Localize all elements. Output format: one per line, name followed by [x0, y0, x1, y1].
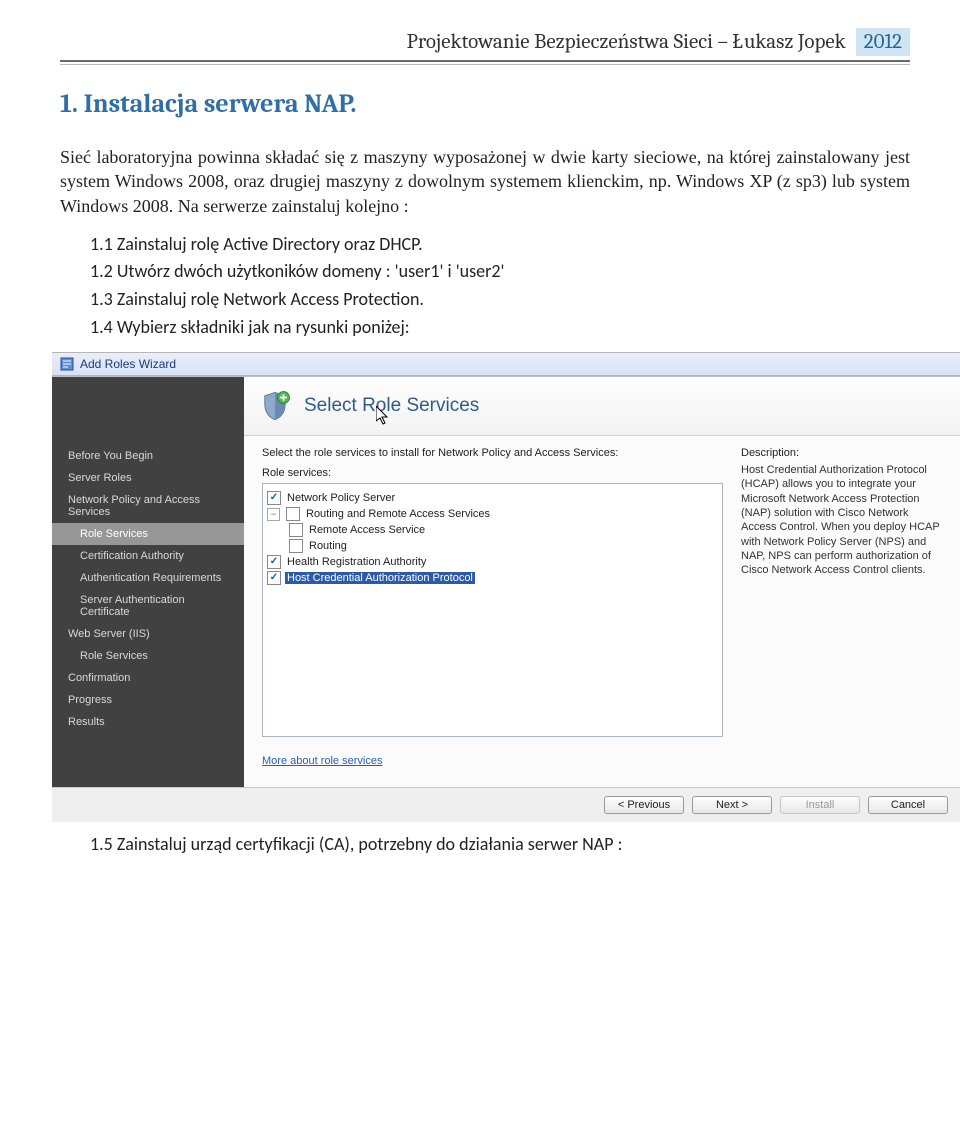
steps-list: 1.1 Zainstaluj rolę Active Directory ora…: [90, 232, 910, 340]
sidebar-item-confirmation[interactable]: Confirmation: [52, 667, 244, 689]
collapse-icon[interactable]: −: [267, 508, 280, 521]
more-about-link[interactable]: More about role services: [244, 745, 960, 767]
steps-list-continued: 1.5 Zainstaluj urząd certyfikacji (CA), …: [90, 832, 910, 858]
header-rule-light: [60, 64, 910, 65]
list-item: 1.1 Zainstaluj rolę Active Directory ora…: [90, 232, 910, 258]
wizard-header: Select Role Services: [244, 377, 960, 436]
intro-paragraph: Sieć laboratoryjna powinna składać się z…: [60, 145, 910, 218]
sidebar-item-server-roles[interactable]: Server Roles: [52, 467, 244, 489]
list-item: 1.2 Utwórz dwóch użytkoników domeny : 'u…: [90, 259, 910, 285]
list-item: 1.5 Zainstaluj urząd certyfikacji (CA), …: [90, 832, 910, 858]
wizard-footer: < Previous Next > Install Cancel: [52, 787, 960, 822]
list-item: 1.4 Wybierz składniki jak na rysunki pon…: [90, 315, 910, 341]
page-header-year: 2012: [856, 28, 910, 56]
header-rule-dark: [60, 60, 910, 62]
tree-item-nps[interactable]: Network Policy Server: [267, 490, 718, 506]
description-text: Host Credential Authorization Protocol (…: [741, 463, 946, 577]
sidebar-item-auth-req[interactable]: Authentication Requirements: [52, 567, 244, 589]
next-button[interactable]: Next >: [692, 796, 772, 814]
checkbox-icon[interactable]: [267, 555, 281, 569]
sidebar-item-role-services-iis[interactable]: Role Services: [52, 645, 244, 667]
checkbox-icon[interactable]: [286, 507, 300, 521]
roles-column-label: Role services:: [262, 467, 723, 479]
sidebar-item-progress[interactable]: Progress: [52, 689, 244, 711]
checkbox-icon[interactable]: [289, 523, 303, 537]
tree-item-ras[interactable]: Remote Access Service: [289, 522, 718, 538]
shield-plus-icon: [258, 389, 292, 423]
sidebar-item-ca[interactable]: Certification Authority: [52, 545, 244, 567]
tree-label: Health Registration Authority: [285, 556, 428, 568]
tree-label: Routing: [307, 540, 349, 552]
page-header-title: Projektowanie Bezpieczeństwa Sieci – Łuk…: [407, 30, 846, 54]
section-heading: 1. Instalacja serwera NAP.: [60, 89, 910, 119]
sidebar-item-web-server-iis[interactable]: Web Server (IIS): [52, 623, 244, 645]
previous-button[interactable]: < Previous: [604, 796, 684, 814]
tree-item-rras[interactable]: − Routing and Remote Access Services: [267, 506, 718, 522]
tree-label: Remote Access Service: [307, 524, 427, 536]
tree-label: Host Credential Authorization Protocol: [285, 572, 475, 584]
sidebar-item-before-you-begin[interactable]: Before You Begin: [52, 445, 244, 467]
list-item: 1.3 Zainstaluj rolę Network Access Prote…: [90, 287, 910, 313]
checkbox-icon[interactable]: [267, 571, 281, 585]
wizard-title: Add Roles Wizard: [80, 357, 176, 371]
sidebar-item-role-services[interactable]: Role Services: [52, 523, 244, 545]
sidebar-item-results[interactable]: Results: [52, 711, 244, 733]
sidebar-item-npas[interactable]: Network Policy and Access Services: [52, 489, 244, 523]
wizard-titlebar-icon: [60, 357, 74, 371]
install-button: Install: [780, 796, 860, 814]
wizard-sidebar: Before You Begin Server Roles Network Po…: [52, 377, 244, 787]
wizard-instruction: Select the role services to install for …: [262, 447, 723, 459]
description-column-label: Description:: [741, 447, 946, 459]
role-services-tree[interactable]: Network Policy Server − Routing and Remo…: [262, 483, 723, 737]
wizard-page-title: Select Role Services: [304, 395, 479, 417]
tree-label: Routing and Remote Access Services: [304, 508, 492, 520]
wizard-window: Add Roles Wizard Before You Begin Server…: [52, 352, 960, 822]
sidebar-item-server-auth-cert[interactable]: Server Authentication Certificate: [52, 589, 244, 623]
tree-label: Network Policy Server: [285, 492, 397, 504]
tree-item-routing[interactable]: Routing: [289, 538, 718, 554]
tree-item-hcap[interactable]: Host Credential Authorization Protocol: [267, 570, 718, 586]
wizard-titlebar: Add Roles Wizard: [52, 353, 960, 376]
tree-item-hra[interactable]: Health Registration Authority: [267, 554, 718, 570]
checkbox-icon[interactable]: [267, 491, 281, 505]
cancel-button[interactable]: Cancel: [868, 796, 948, 814]
checkbox-icon[interactable]: [289, 539, 303, 553]
